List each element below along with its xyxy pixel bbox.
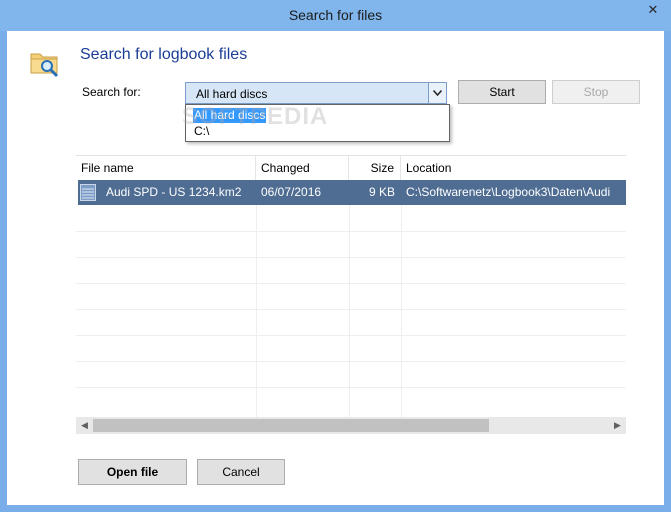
close-icon[interactable]: ✕ [638, 1, 668, 19]
open-file-button[interactable]: Open file [78, 459, 187, 485]
row-divider [76, 231, 626, 232]
km2-file-icon [80, 184, 96, 201]
row-divider [76, 309, 626, 310]
folder-search-icon [30, 53, 59, 78]
cell-size: 9 KB [368, 185, 395, 199]
title-bar: Search for files ✕ [0, 0, 671, 31]
search-location-dropdown[interactable]: All hard discs [185, 82, 447, 104]
column-divider [401, 180, 402, 420]
scroll-left-icon[interactable]: ◀ [76, 417, 93, 434]
cell-file-name: Audi SPD - US 1234.km2 [106, 185, 242, 199]
row-divider [76, 283, 626, 284]
column-divider [349, 180, 350, 420]
cancel-button[interactable]: Cancel [197, 459, 285, 485]
option-c-drive[interactable]: C:\ [194, 124, 209, 139]
dropdown-options: All hard discs C:\ [185, 104, 450, 142]
column-header-changed[interactable]: Changed [256, 156, 349, 180]
row-divider [76, 257, 626, 258]
window-title: Search for files [288, 7, 383, 23]
cell-changed: 06/07/2016 [261, 185, 322, 199]
scroll-right-icon[interactable]: ▶ [609, 417, 626, 434]
selected-location: All hard discs [196, 87, 268, 101]
search-for-label: Search for: [82, 85, 141, 99]
cell-location: C:\Softwarenetz\Logbook3\Daten\Audi [406, 185, 611, 199]
row-divider [76, 335, 626, 336]
column-header-location[interactable]: Location [401, 156, 626, 180]
column-header-size[interactable]: Size [349, 156, 401, 180]
column-header-file-name[interactable]: File name [76, 156, 256, 180]
table-row[interactable]: Audi SPD - US 1234.km2 06/07/2016 9 KB C… [78, 180, 626, 205]
scrollbar-thumb[interactable] [93, 419, 489, 432]
row-divider [76, 361, 626, 362]
start-button[interactable]: Start [458, 80, 546, 104]
option-all-hard-discs[interactable]: All hard discs [193, 108, 267, 123]
column-divider [256, 180, 257, 420]
page-title: Search for logbook files [80, 46, 248, 63]
results-table: File name Changed Size Location Audi SPD… [76, 155, 626, 436]
stop-button[interactable]: Stop [552, 80, 640, 104]
chevron-down-icon[interactable] [428, 83, 446, 103]
row-divider [76, 387, 626, 388]
dialog-body: Search for logbook files Search for: All… [7, 31, 664, 505]
horizontal-scrollbar[interactable]: ◀ ▶ [76, 417, 626, 434]
